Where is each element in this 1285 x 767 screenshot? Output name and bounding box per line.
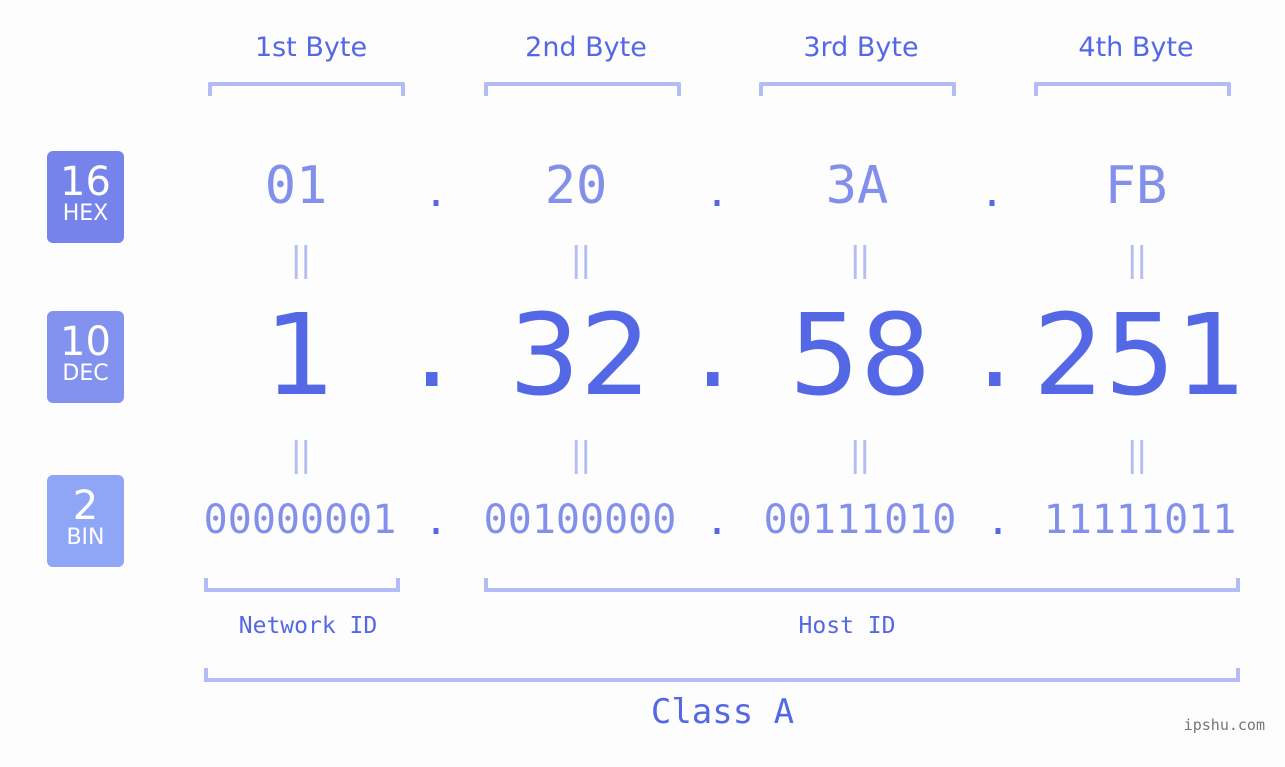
hex-separator-2: . — [705, 170, 730, 216]
dec-separator-1: . — [414, 283, 450, 413]
bin-value-4: 11111011 — [1043, 497, 1237, 543]
watermark: ipshu.com — [1183, 716, 1265, 734]
hex-value-1: 01 — [264, 156, 328, 216]
hex-badge-label: HEX — [62, 201, 109, 226]
byte-bracket-3 — [759, 82, 956, 96]
equals-icon: || — [1126, 435, 1148, 475]
dec-badge-number: 10 — [60, 319, 111, 365]
hex-value-2: 20 — [544, 156, 608, 216]
equals-icon: || — [849, 435, 871, 475]
bin-value-1: 00000001 — [203, 497, 397, 543]
equals-icon: || — [290, 435, 312, 475]
dec-badge-label: DEC — [62, 361, 109, 386]
byte-label-1: 1st Byte — [254, 32, 368, 63]
byte-label-4: 4th Byte — [1078, 32, 1194, 63]
host-id-bracket — [484, 578, 1240, 592]
byte-bracket-1 — [208, 82, 405, 96]
bin-badge-number: 2 — [72, 483, 99, 529]
dec-value-1: 1 — [264, 291, 336, 421]
dec-value-4: 251 — [1033, 291, 1247, 421]
byte-bracket-2 — [484, 82, 681, 96]
bin-separator-2: . — [705, 498, 730, 544]
bin-value-2: 00100000 — [483, 497, 677, 543]
hex-separator-1: . — [424, 170, 449, 216]
equals-icon: || — [849, 240, 871, 280]
hex-badge: 16 HEX — [47, 151, 124, 243]
bin-separator-1: . — [424, 498, 449, 544]
dec-badge: 10 DEC — [47, 311, 124, 403]
byte-bracket-4 — [1034, 82, 1231, 96]
dec-separator-3: . — [977, 283, 1013, 413]
dec-value-2: 32 — [508, 291, 652, 421]
bin-badge: 2 BIN — [47, 475, 124, 567]
equals-icon: || — [570, 435, 592, 475]
host-id-label: Host ID — [798, 613, 896, 639]
byte-label-3: 3rd Byte — [803, 32, 919, 63]
network-id-label: Network ID — [238, 613, 378, 639]
dec-separator-2: . — [695, 283, 731, 413]
dec-value-3: 58 — [788, 291, 932, 421]
byte-label-2: 2nd Byte — [525, 32, 647, 63]
equals-icon: || — [1126, 240, 1148, 280]
equals-icon: || — [570, 240, 592, 280]
equals-icon: || — [290, 240, 312, 280]
hex-value-3: 3A — [825, 156, 889, 216]
class-bracket — [204, 668, 1240, 682]
class-label: Class A — [650, 692, 795, 732]
bin-separator-3: . — [986, 498, 1011, 544]
network-id-bracket — [204, 578, 400, 592]
hex-separator-3: . — [980, 170, 1005, 216]
bin-badge-label: BIN — [66, 525, 105, 550]
hex-value-4: FB — [1104, 156, 1168, 216]
bin-value-3: 00111010 — [763, 497, 957, 543]
hex-badge-number: 16 — [60, 159, 111, 205]
